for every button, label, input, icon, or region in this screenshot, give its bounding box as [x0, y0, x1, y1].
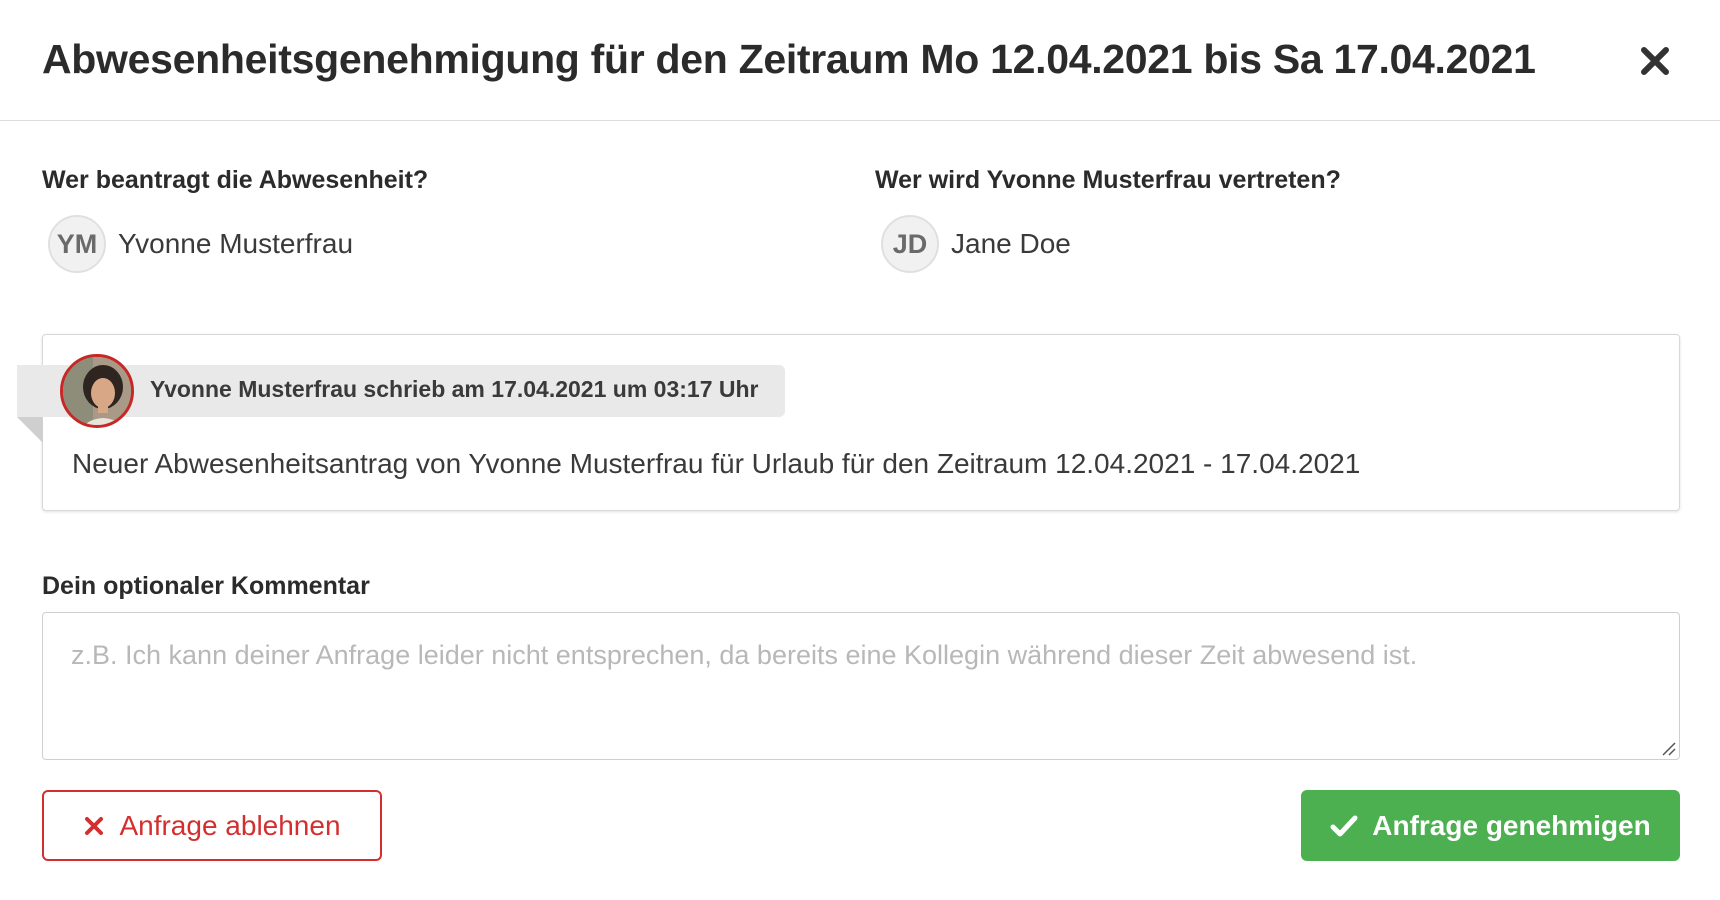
- resize-handle-icon[interactable]: [1660, 740, 1676, 756]
- checkmark-icon: [1330, 814, 1358, 838]
- avatar: JD: [881, 215, 939, 273]
- comment-body: Neuer Abwesenheitsantrag von Yvonne Must…: [72, 448, 1361, 479]
- close-icon: [83, 815, 105, 837]
- optional-comment-label: Dein optionaler Kommentar: [42, 572, 370, 600]
- substitute-person: JD Jane Doe: [881, 215, 1071, 273]
- reject-button-label: Anfrage ablehnen: [119, 809, 341, 841]
- requester-name: Yvonne Musterfrau: [118, 228, 354, 259]
- reject-button[interactable]: Anfrage ablehnen: [42, 790, 382, 861]
- person-photo-icon: [63, 357, 131, 425]
- dialog-title: Abwesenheitsgenehmigung für den Zeitraum…: [42, 36, 1536, 82]
- approve-button[interactable]: Anfrage genehmigen: [1301, 790, 1680, 861]
- approve-button-label: Anfrage genehmigen: [1372, 809, 1651, 841]
- substitute-label: Wer wird Yvonne Musterfrau vertreten?: [875, 166, 1341, 194]
- substitute-section: Wer wird Yvonne Musterfrau vertreten? JD…: [875, 166, 1341, 273]
- dialog-header: Abwesenheitsgenehmigung für den Zeitraum…: [0, 0, 1720, 121]
- comment-tail: [17, 417, 43, 443]
- comment-author-line: Yvonne Musterfrau schrieb am 17.04.2021 …: [150, 376, 759, 402]
- close-button[interactable]: [1638, 44, 1672, 78]
- requester-person: YM Yvonne Musterfrau: [48, 215, 353, 273]
- optional-comment-field[interactable]: [42, 612, 1680, 760]
- comment-card: Yvonne Musterfrau schrieb am 17.04.2021 …: [17, 334, 1680, 511]
- requester-section: Wer beantragt die Abwesenheit? YM Yvonne…: [42, 166, 429, 273]
- substitute-name: Jane Doe: [951, 228, 1071, 259]
- requester-label: Wer beantragt die Abwesenheit?: [42, 166, 429, 194]
- author-photo-avatar: [60, 354, 134, 428]
- close-icon: [1641, 47, 1669, 75]
- avatar: YM: [48, 215, 106, 273]
